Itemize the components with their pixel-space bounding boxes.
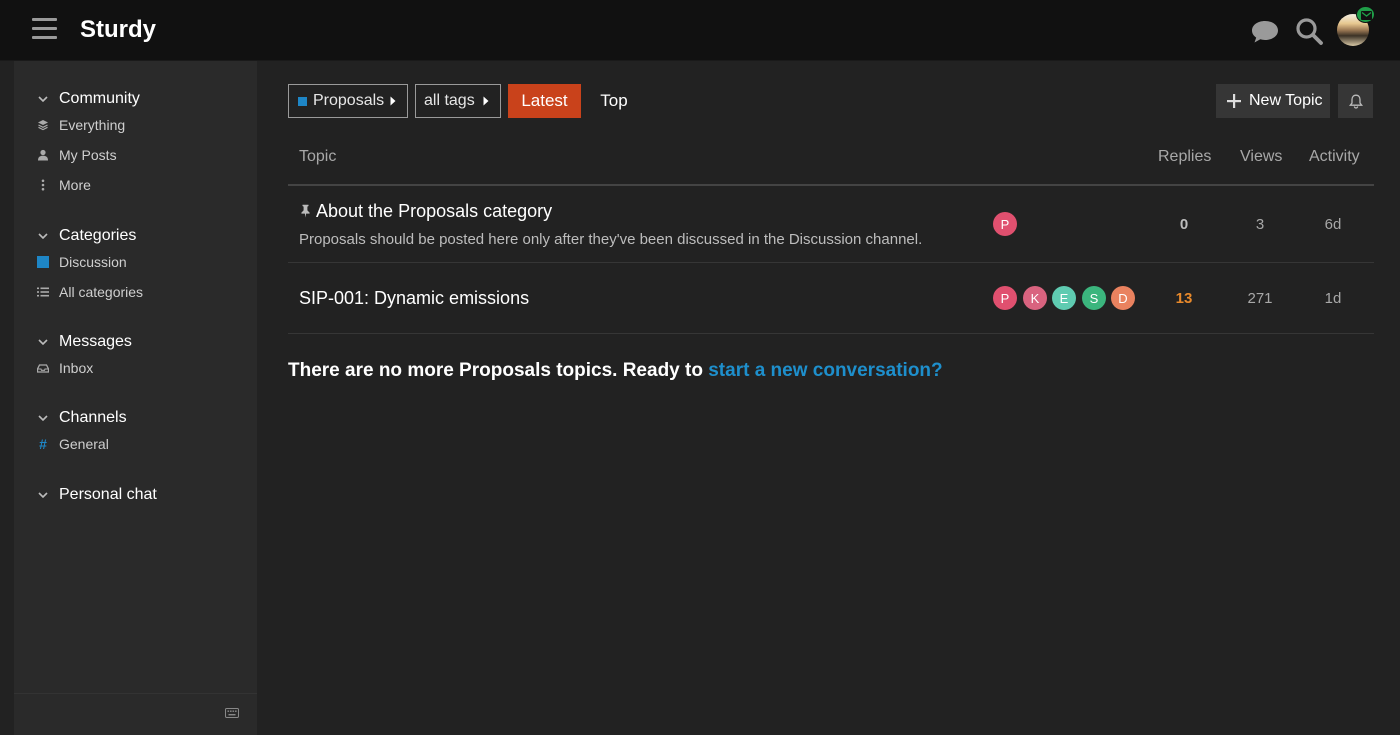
poster-avatar[interactable]: K xyxy=(1023,286,1047,310)
sidebar-item-label: Inbox xyxy=(59,360,94,376)
category-dropdown[interactable]: Proposals xyxy=(288,84,408,118)
sidebar-item-all-categories[interactable]: All categories xyxy=(14,277,257,307)
sidebar-item-label: Discussion xyxy=(59,254,127,270)
sidebar-item-more[interactable]: More xyxy=(14,170,257,200)
row-divider xyxy=(288,262,1374,263)
column-header-replies[interactable]: Replies xyxy=(1158,148,1211,166)
vertical-ellipsis-icon xyxy=(37,179,49,191)
category-swatch xyxy=(37,256,49,268)
sidebar-section-header-community[interactable]: Community xyxy=(14,88,257,110)
inbox-icon xyxy=(37,362,49,374)
sidebar-item-inbox[interactable]: Inbox xyxy=(14,353,257,383)
keyboard-icon[interactable] xyxy=(225,708,239,718)
poster-avatar[interactable]: P xyxy=(993,212,1017,236)
tab-top[interactable]: Top xyxy=(588,84,640,118)
sidebar-section-personal-chat: Personal chat xyxy=(14,484,257,506)
top-header: Sturdy xyxy=(0,0,1400,61)
column-header-views[interactable]: Views xyxy=(1240,148,1282,166)
search-icon[interactable] xyxy=(1294,16,1324,46)
pin-icon xyxy=(301,204,310,218)
topic-title-link[interactable]: SIP-001: Dynamic emissions xyxy=(299,288,529,309)
sidebar-item-everything[interactable]: Everything xyxy=(14,110,257,140)
sidebar-item-label: All categories xyxy=(59,284,144,300)
plus-icon xyxy=(1227,94,1241,108)
sidebar-section-label: Personal chat xyxy=(59,486,157,503)
sidebar-section-label: Channels xyxy=(59,409,127,426)
sidebar-section-label: Community xyxy=(59,90,140,107)
replies-count: 0 xyxy=(1179,216,1189,233)
sidebar-footer xyxy=(14,693,257,735)
site-logo[interactable]: Sturdy xyxy=(80,16,156,44)
sidebar-section-header-personal-chat[interactable]: Personal chat xyxy=(14,484,257,506)
tags-dropdown-label: all tags xyxy=(424,92,475,109)
poster-avatar[interactable]: D xyxy=(1111,286,1135,310)
sidebar-section-categories: Categories Discussion All categories xyxy=(14,225,257,307)
sidebar-item-label: More xyxy=(59,177,91,193)
sidebar-section-community: Community Everything My Posts More xyxy=(14,88,257,200)
new-topic-button[interactable]: New Topic xyxy=(1216,84,1330,118)
caret-right-icon xyxy=(483,96,489,106)
poster-avatar[interactable]: S xyxy=(1082,286,1106,310)
new-topic-label: New Topic xyxy=(1249,92,1323,109)
hamburger-icon[interactable] xyxy=(32,18,57,40)
topic-title-link[interactable]: About the Proposals category xyxy=(316,201,552,222)
activity-time[interactable]: 6d xyxy=(1308,216,1358,233)
no-more-topics-message: There are no more Proposals topics. Read… xyxy=(288,360,943,382)
caret-right-icon xyxy=(390,96,396,106)
footer-message-text: There are no more Proposals topics. Read… xyxy=(288,360,709,381)
category-dropdown-label: Proposals xyxy=(313,92,385,109)
mail-icon xyxy=(1361,11,1372,20)
layers-icon xyxy=(37,119,49,131)
sidebar-item-my-posts[interactable]: My Posts xyxy=(14,140,257,170)
column-header-topic[interactable]: Topic xyxy=(299,148,336,166)
sidebar-section-label: Categories xyxy=(59,227,137,244)
views-count: 3 xyxy=(1255,216,1265,233)
chat-icon[interactable] xyxy=(1250,16,1280,46)
poster-avatar[interactable]: E xyxy=(1052,286,1076,310)
chevron-down-icon xyxy=(38,233,48,239)
sidebar-section-messages: Messages Inbox xyxy=(14,331,257,383)
chevron-down-icon xyxy=(38,339,48,345)
hash-icon: # xyxy=(39,436,47,452)
topic-excerpt: Proposals should be posted here only aft… xyxy=(299,231,923,248)
column-header-activity[interactable]: Activity xyxy=(1309,148,1360,166)
bell-icon xyxy=(1348,94,1363,109)
sidebar-section-header-messages[interactable]: Messages xyxy=(14,331,257,353)
sidebar-item-label: General xyxy=(59,436,109,452)
tags-dropdown[interactable]: all tags xyxy=(415,84,501,118)
chevron-down-icon xyxy=(38,415,48,421)
sidebar-item-discussion[interactable]: Discussion xyxy=(14,247,257,277)
replies-count[interactable]: 13 xyxy=(1159,290,1209,307)
sidebar-item-general[interactable]: # General xyxy=(14,429,257,459)
header-divider xyxy=(288,184,1374,186)
sidebar-item-label: My Posts xyxy=(59,147,117,163)
notification-level-button[interactable] xyxy=(1338,84,1373,118)
mail-notification-badge[interactable] xyxy=(1356,6,1375,23)
tab-latest[interactable]: Latest xyxy=(508,84,581,118)
sidebar: Community Everything My Posts More Categ… xyxy=(14,61,257,735)
sidebar-section-header-categories[interactable]: Categories xyxy=(14,225,257,247)
sidebar-item-label: Everything xyxy=(59,117,126,133)
activity-time[interactable]: 1d xyxy=(1308,290,1358,307)
new-conversation-link[interactable]: start a new conversation? xyxy=(708,360,942,381)
sidebar-section-label: Messages xyxy=(59,333,132,350)
list-icon xyxy=(37,286,49,298)
row-divider xyxy=(288,333,1374,334)
chevron-down-icon xyxy=(38,96,48,102)
user-icon xyxy=(37,149,49,161)
sidebar-section-channels: Channels # General xyxy=(14,407,257,459)
poster-avatar[interactable]: P xyxy=(993,286,1017,310)
sidebar-section-header-channels[interactable]: Channels xyxy=(14,407,257,429)
views-count: 271 xyxy=(1247,290,1273,307)
category-swatch xyxy=(298,96,307,106)
chevron-down-icon xyxy=(38,492,48,498)
